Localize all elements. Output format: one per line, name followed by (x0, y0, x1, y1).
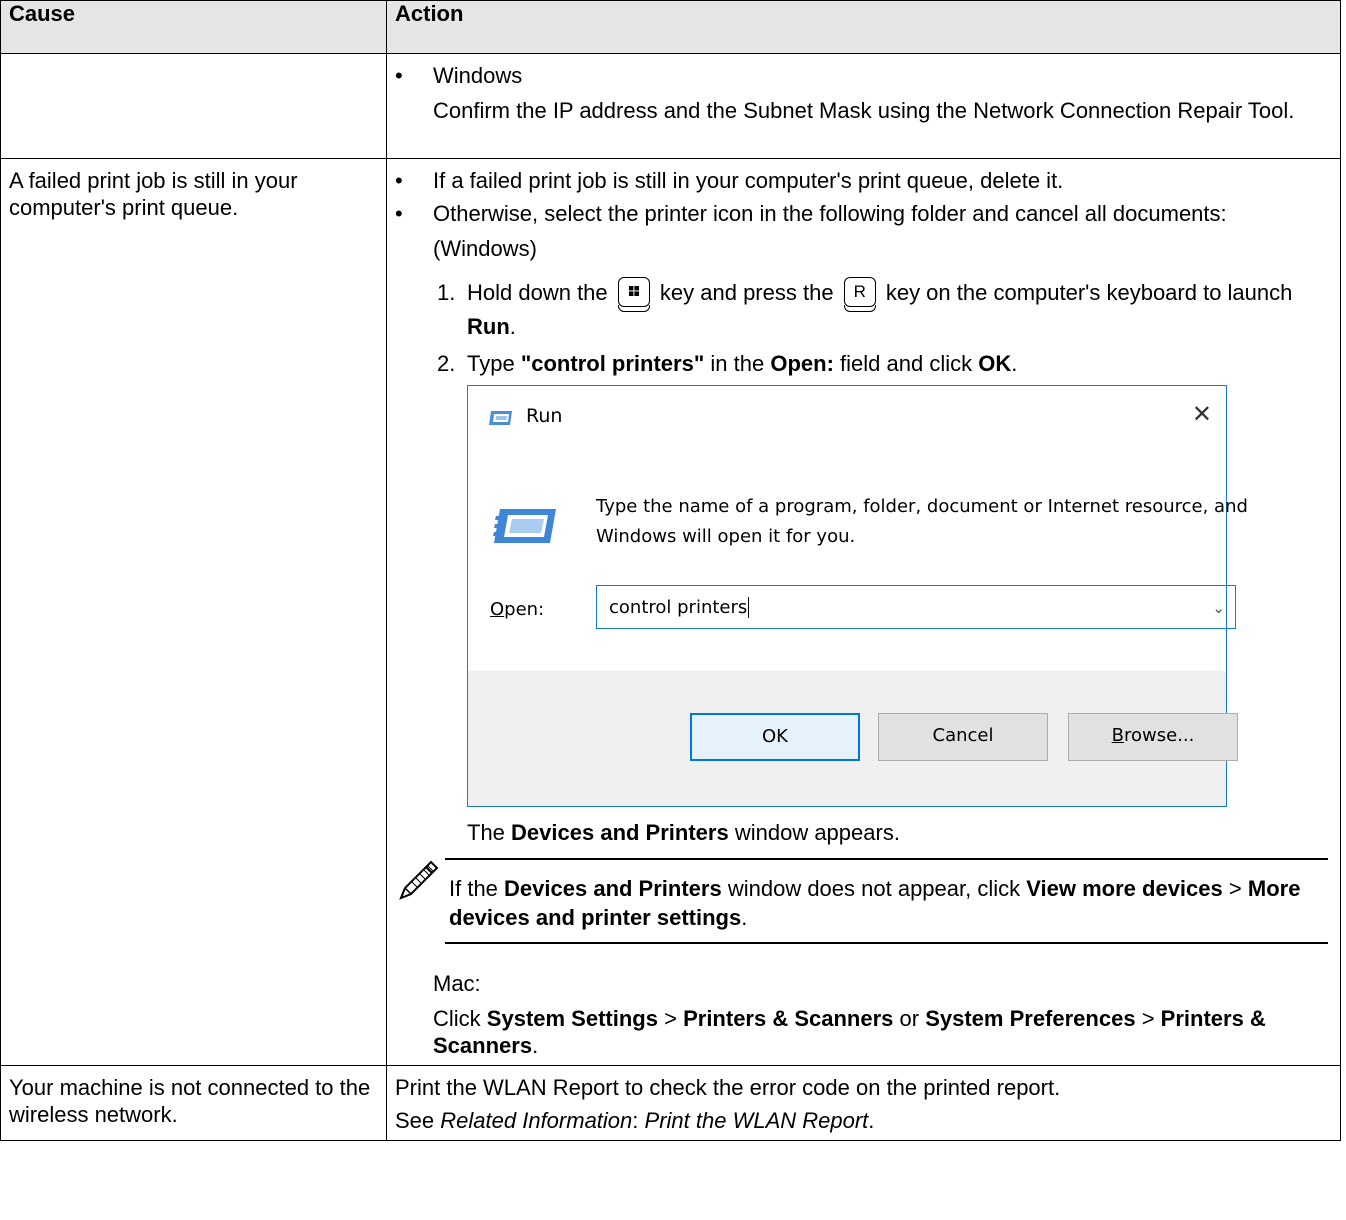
windows-label: (Windows) (433, 236, 537, 261)
list-item: • Windows (395, 62, 1334, 89)
text: The (467, 820, 505, 845)
open-label-rest: pen: (504, 599, 545, 620)
windows-key-icon (617, 277, 650, 313)
text: : (632, 1108, 639, 1133)
system-settings-term: System Settings (486, 1006, 658, 1031)
period: . (868, 1108, 875, 1133)
run-term: Run (467, 314, 510, 339)
header-action: Action (386, 0, 1341, 54)
step-number: 2. (437, 351, 456, 376)
table-row: • Windows Confirm the IP address and the… (0, 53, 1341, 159)
run-button-bar: OK Cancel Browse... (468, 671, 1238, 806)
period: . (532, 1033, 539, 1058)
step-text: key on the computer's keyboard to launch (885, 280, 1293, 305)
header-cause: Cause (0, 0, 387, 54)
run-app-icon (488, 407, 514, 434)
text: or (899, 1006, 920, 1031)
step-text: Hold down the (467, 280, 608, 305)
command-term: "control printers" (520, 351, 705, 376)
note-text: If the Devices and Printers window does … (449, 874, 1334, 932)
cause-cell: Your machine is not connected to the wir… (0, 1065, 387, 1141)
step-text: Type (467, 351, 515, 376)
browse-button[interactable]: Browse... (1068, 713, 1238, 761)
note-bottom-rule (445, 942, 1328, 944)
run-title: Run (526, 405, 563, 427)
mac-instructions: Click System Settings > Printers & Scann… (395, 1005, 1334, 1059)
text-cursor (748, 597, 755, 618)
text: Click (433, 1006, 481, 1031)
list-item: • Otherwise, select the printer icon in … (395, 200, 1334, 227)
open-term: Open: (770, 351, 834, 376)
table-row: Your machine is not connected to the wir… (0, 1065, 1341, 1141)
view-more-devices-term: View more devices (1026, 876, 1223, 901)
r-key-icon: R (843, 277, 876, 313)
windows-heading: Windows (433, 63, 523, 88)
wlan-report-text: Print the WLAN Report to check the error… (395, 1075, 1061, 1100)
run-large-icon (490, 506, 560, 553)
period: . (509, 314, 516, 339)
run-dialog-screenshot: Run ✕ Type the name of a program, folder… (467, 385, 1248, 807)
open-label: Open: (490, 596, 544, 623)
step-1: 1. Hold down the key and press the R key… (395, 276, 1334, 344)
note-top-rule (445, 858, 1328, 860)
text: window does not appear, click (727, 876, 1021, 901)
devices-printers-term: Devices and Printers (504, 876, 722, 901)
bullet-glyph: • (395, 201, 403, 226)
troubleshooting-table: Cause Action • Windows Confirm the IP ad… (0, 0, 1341, 1141)
open-input[interactable]: control printers ⌄ (596, 585, 1236, 629)
windows-confirm-text: Confirm the IP address and the Subnet Ma… (433, 98, 1295, 123)
bullet-glyph: • (395, 63, 403, 88)
open-accelerator: O (490, 599, 505, 620)
ok-button[interactable]: OK (690, 713, 860, 761)
ok-term: OK (978, 351, 1012, 376)
action-cell: • Windows Confirm the IP address and the… (386, 53, 1341, 159)
devices-printers-term: Devices and Printers (511, 820, 729, 845)
table-row: A failed print job is still in your comp… (0, 158, 1341, 1066)
step-text: field and click (840, 351, 973, 376)
cancel-button[interactable]: Cancel (878, 713, 1048, 761)
select-printer-text: Otherwise, select the printer icon in th… (433, 201, 1227, 226)
close-icon[interactable]: ✕ (1192, 401, 1212, 428)
cause-cell: A failed print job is still in your comp… (0, 158, 387, 1066)
separator: > (1228, 876, 1242, 901)
action-cell: Print the WLAN Report to check the error… (386, 1065, 1341, 1141)
table-header-row: Cause Action (0, 0, 1341, 54)
mac-label: Mac: (433, 971, 481, 996)
browse-label-rest: rowse... (1124, 725, 1195, 746)
related-information-term: Related Information (440, 1108, 633, 1133)
step-number: 1. (437, 280, 456, 305)
separator: > (1141, 1006, 1155, 1031)
pencil-note-icon (395, 858, 441, 908)
period: . (1011, 351, 1018, 376)
see-related-text: See Related Information: Print the WLAN … (395, 1107, 1334, 1134)
list-item: • If a failed print job is still in your… (395, 167, 1334, 194)
note-box: If the Devices and Printers window does … (395, 858, 1334, 970)
period: . (741, 905, 748, 930)
run-titlebar: Run ✕ (468, 386, 1226, 448)
step-text: in the (710, 351, 765, 376)
text: window appears. (734, 820, 900, 845)
print-wlan-report-link[interactable]: Print the WLAN Report (645, 1108, 869, 1133)
cause-cell-empty (0, 53, 387, 159)
action-cell: • If a failed print job is still in your… (386, 158, 1341, 1066)
run-description: Type the name of a program, folder, docu… (596, 496, 1248, 547)
system-preferences-term: System Preferences (925, 1006, 1136, 1031)
step-2: 2. Type "control printers" in the Open: … (395, 350, 1334, 377)
text: If the (449, 876, 498, 901)
browse-accelerator: B (1111, 725, 1124, 746)
devices-appears-text: The Devices and Printers window appears. (467, 819, 1334, 846)
delete-job-text: If a failed print job is still in your c… (433, 168, 1064, 193)
step-text: key and press the (659, 280, 834, 305)
text: See (395, 1108, 435, 1133)
bullet-glyph: • (395, 168, 403, 193)
chevron-down-icon[interactable]: ⌄ (1212, 595, 1225, 622)
separator: > (664, 1006, 677, 1031)
open-input-value: control printers (609, 597, 748, 618)
printers-scanners-term: Printers & Scanners (683, 1006, 894, 1031)
